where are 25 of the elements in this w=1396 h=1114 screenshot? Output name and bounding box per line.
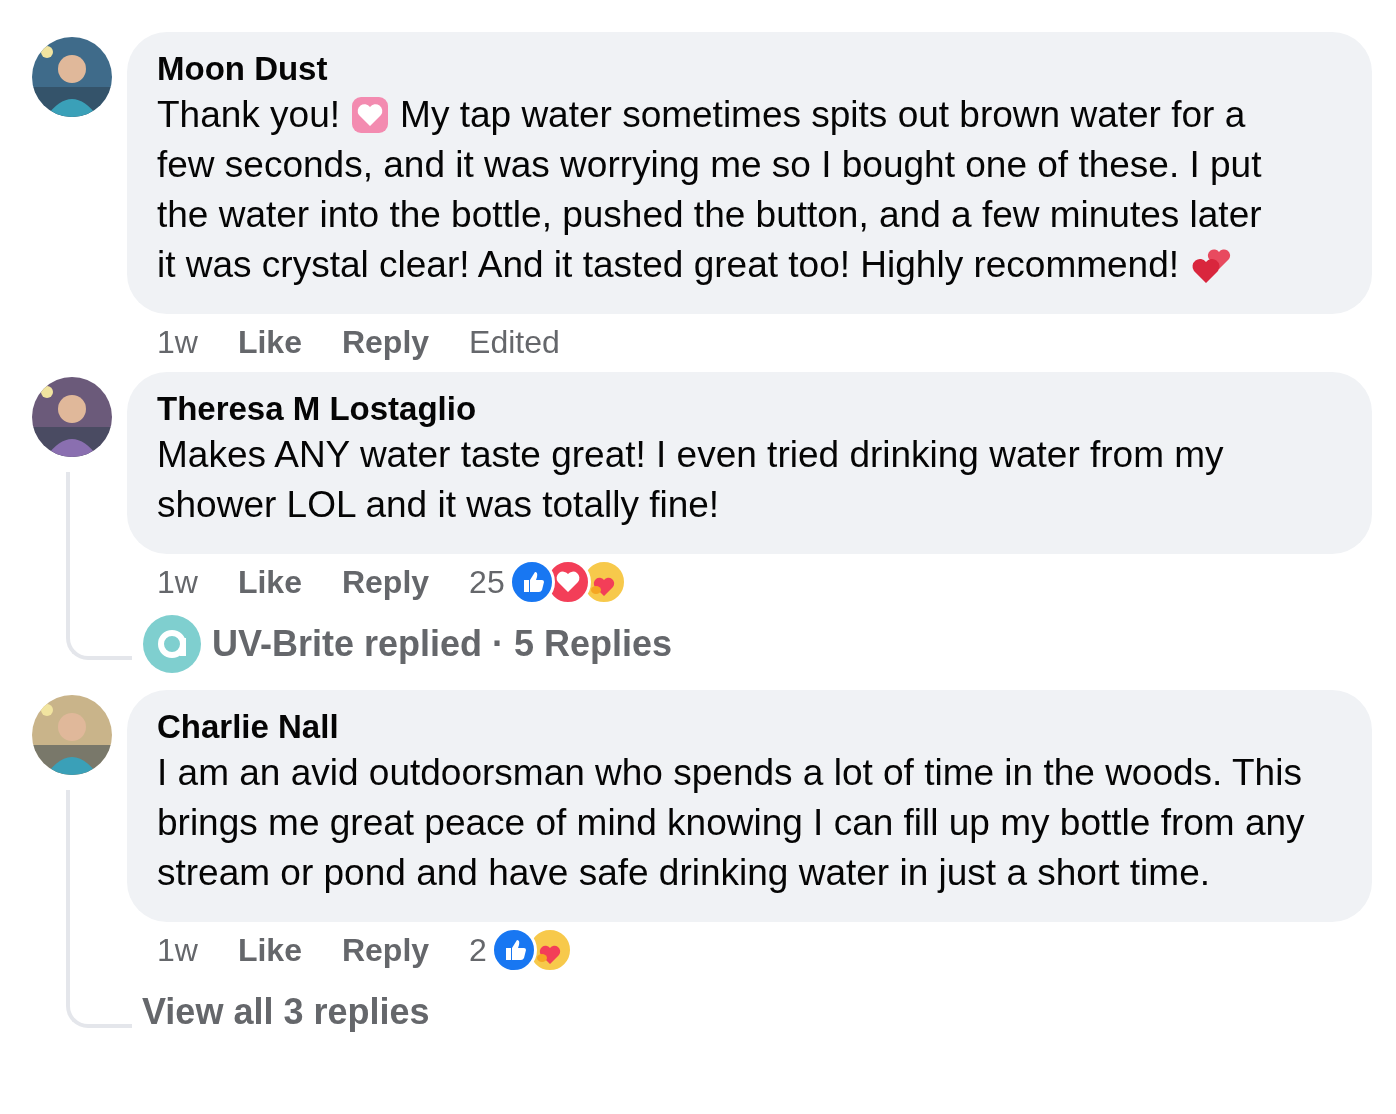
replies-link[interactable]: UV-Brite replied · 5 Replies	[212, 617, 673, 671]
comment-action[interactable]: Like	[237, 558, 302, 606]
author-name[interactable]: Theresa M Lostaglio	[157, 390, 1342, 430]
edited-label: Edited	[469, 323, 560, 362]
replies-link[interactable]: View all 3 replies	[142, 985, 430, 1039]
reaction-count[interactable]: 2	[469, 926, 487, 974]
comment-text: My tap water sometimes spits out brown water for a	[400, 93, 1246, 137]
author-name[interactable]: Charlie Nall	[157, 708, 1342, 748]
reaction-count[interactable]: 25	[469, 558, 505, 606]
author-name[interactable]: Moon Dust	[157, 50, 1342, 90]
comment-text: it was crystal clear! And it tasted great too! Highly recommend!	[157, 243, 1180, 287]
comment-time[interactable]: 1w	[157, 926, 198, 974]
comment-text: the water into the bottle, pushed the button, and a few minutes later	[157, 193, 1263, 237]
comment-time[interactable]: 1w	[157, 318, 198, 366]
comment-action[interactable]: Like	[237, 926, 302, 974]
comment-action[interactable]: Reply	[341, 926, 430, 974]
comment-action[interactable]: Like	[237, 318, 302, 366]
page-logo-icon	[142, 614, 202, 674]
comment-time[interactable]: 1w	[157, 558, 198, 606]
comment-text: I am an avid outdoorsman who spends a lot of time in the woods. This brings me great peace of mind knowing I can fill up my bottle from any stream or pond and have safe drinking water in just a short time.	[157, 751, 1306, 895]
comment-action[interactable]: Reply	[341, 558, 430, 606]
comment-text: Thank you!	[157, 93, 341, 137]
comment-text: Makes ANY water taste great! I even tried drinking water from my shower LOL and it was totally fine!	[157, 433, 1225, 527]
comment-text: few seconds, and it was worrying me so I bought one of these. I put	[157, 143, 1263, 187]
comment-action[interactable]: Reply	[341, 318, 430, 366]
